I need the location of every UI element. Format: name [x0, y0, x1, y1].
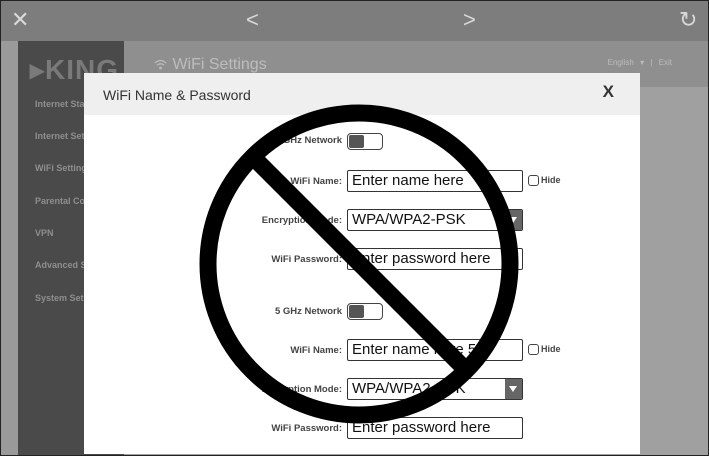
sidebar-item-vpn[interactable]: VPN	[35, 228, 54, 238]
wifi-icon	[154, 57, 168, 72]
separator: |	[650, 58, 653, 67]
sidebar-item-advanced-settings[interactable]: Advanced S	[35, 260, 87, 270]
hide-5-label: Hide	[541, 344, 561, 354]
sidebar-item-internet-status[interactable]: Internet Sta	[35, 99, 85, 109]
refresh-icon[interactable]: ↻	[679, 7, 697, 33]
chevron-down-icon	[505, 379, 522, 399]
hide-5-checkbox[interactable]	[528, 344, 539, 355]
sidebar-item-wifi-settings[interactable]: WiFi Setting	[35, 163, 87, 173]
chevron-down-icon	[505, 210, 522, 230]
network-24-label: 2.4 GHz Network	[267, 135, 342, 146]
language-select[interactable]: English	[608, 58, 634, 67]
hide-24-checkbox[interactable]	[528, 175, 539, 186]
page-title: WiFi Settings	[154, 56, 267, 74]
encryption-24-value: WPA/WPA2-PSK	[352, 211, 466, 228]
top-toolbar: ✕ < > ↻	[1, 1, 708, 41]
close-icon[interactable]: ✕	[11, 7, 29, 33]
network-5-toggle[interactable]	[347, 303, 383, 320]
forward-icon[interactable]: >	[463, 7, 476, 33]
modal-header: WiFi Name & Password X	[84, 73, 640, 115]
encryption-24-select[interactable]: WPA/WPA2-PSK	[347, 209, 523, 231]
hide-24-label: Hide	[541, 175, 561, 185]
toggle-knob	[349, 135, 364, 148]
wifi-settings-modal: WiFi Name & Password X 2.4 GHz Network W…	[84, 73, 640, 454]
language-bar: English ▾ | Exit	[608, 58, 672, 67]
sidebar-item-internet-settings[interactable]: Internet Set	[35, 131, 85, 141]
modal-close-button[interactable]: X	[603, 82, 614, 102]
password-24-label: WiFi Password:	[271, 254, 342, 265]
page-title-text: WiFi Settings	[172, 56, 267, 73]
password-5-label: WiFi Password:	[271, 423, 342, 434]
exit-link[interactable]: Exit	[659, 58, 672, 67]
password-5-input[interactable]: Enter password here	[347, 417, 523, 439]
encryption-5-select[interactable]: WPA/WPA2-PSK	[347, 378, 523, 400]
back-icon[interactable]: <	[246, 7, 259, 33]
wifi-name-24-input[interactable]: Enter name here	[347, 170, 523, 192]
chevron-down-icon: ▾	[640, 58, 645, 67]
modal-title: WiFi Name & Password	[103, 87, 251, 103]
sidebar-item-parental-controls[interactable]: Parental Co	[35, 196, 85, 206]
encryption-5-value: WPA/WPA2-PSK	[352, 380, 466, 397]
encryption-24-label: Encryption Mode:	[261, 215, 342, 226]
wifi-name-5-label: WiFi Name:	[290, 345, 342, 356]
encryption-5-label: Encryption Mode:	[261, 384, 342, 395]
toggle-knob	[349, 305, 364, 318]
wifi-name-24-label: WiFi Name:	[290, 176, 342, 187]
network-5-label: 5 GHz Network	[274, 306, 342, 317]
sidebar-item-system-settings[interactable]: System Set	[35, 293, 84, 303]
wifi-name-5-input[interactable]: Enter name here 5G	[347, 339, 523, 361]
password-24-input[interactable]: Enter password here	[347, 248, 523, 270]
network-24-toggle[interactable]	[347, 133, 383, 150]
